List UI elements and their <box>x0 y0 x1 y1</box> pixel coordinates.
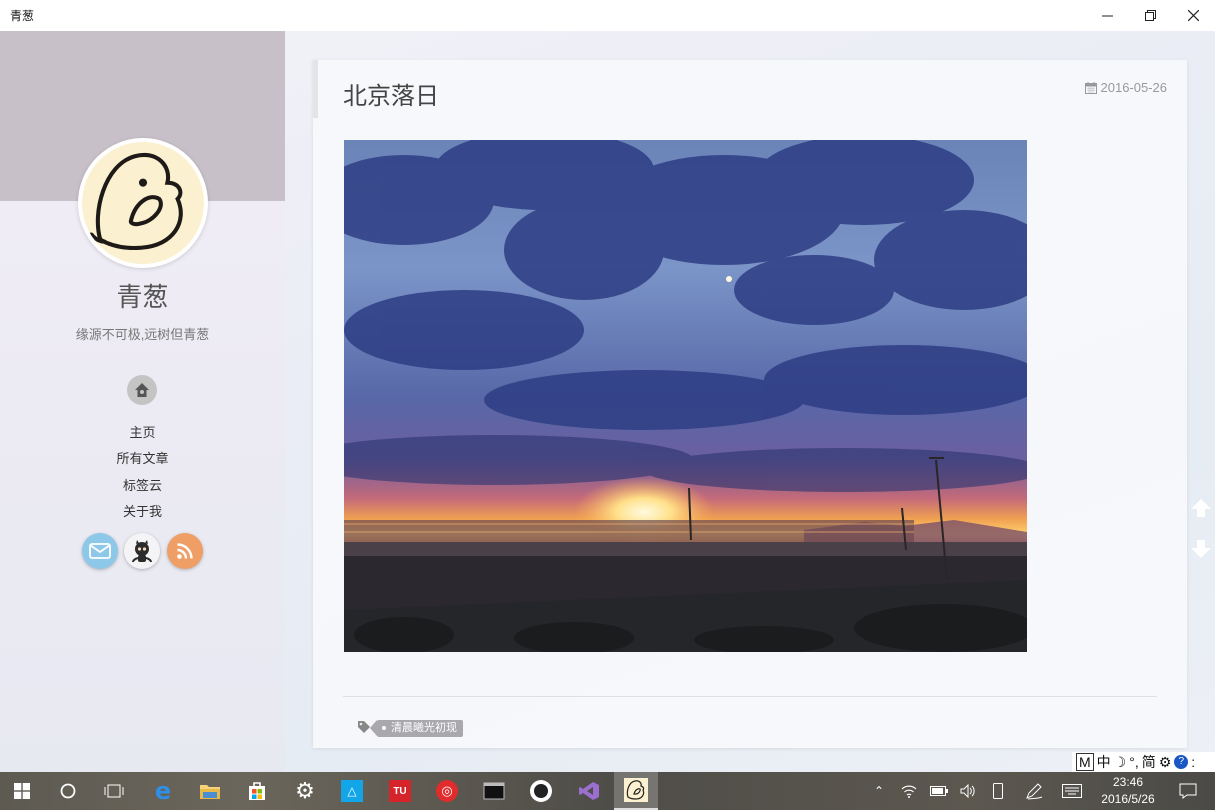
post-card: 北京落日 2016-05-26 清晨曦光初现 <box>313 60 1187 748</box>
arrow-up-icon <box>1191 499 1211 517</box>
house-icon <box>135 383 149 397</box>
keyboard-icon <box>1062 784 1082 798</box>
edge-button[interactable]: e <box>141 772 185 810</box>
github-desktop-button[interactable] <box>519 772 563 810</box>
sunset-photo <box>344 140 1027 652</box>
nav-item-home[interactable]: 主页 <box>0 422 285 441</box>
battery-tray-button[interactable] <box>930 782 948 800</box>
terminal-button[interactable] <box>472 772 516 810</box>
qingcong-app-button[interactable] <box>614 772 658 810</box>
ime-punctuation-toggle[interactable]: °, <box>1129 753 1139 771</box>
clock-time: 23:46 <box>1112 775 1144 789</box>
action-center-button[interactable] <box>1178 782 1198 800</box>
post-divider <box>343 696 1157 697</box>
bird-app-icon <box>624 778 648 802</box>
settings-button[interactable]: ⚙ <box>283 772 327 810</box>
show-hidden-icons-button[interactable]: ⌃ <box>870 782 888 800</box>
scroll-down-button[interactable] <box>1187 535 1215 563</box>
ime-simplified-toggle[interactable]: 简 <box>1142 753 1156 771</box>
title-accent-bar <box>313 60 318 118</box>
ime-help-icon[interactable]: ? <box>1174 755 1189 769</box>
volume-tray-button[interactable] <box>959 782 977 800</box>
notification-icon <box>1179 783 1197 799</box>
netease-music-icon: ◎ <box>436 780 458 802</box>
rss-button[interactable] <box>167 533 203 569</box>
window-titlebar: 青葱 <box>0 0 1215 31</box>
touch-keyboard-button[interactable] <box>1061 782 1083 800</box>
red-app-icon: TU <box>389 780 411 802</box>
post-title[interactable]: 北京落日 <box>343 76 439 111</box>
clock-date: 2016/5/26 <box>1101 792 1155 806</box>
home-icon[interactable] <box>127 375 157 405</box>
music-app-button[interactable]: ◎ <box>425 772 469 810</box>
ime-mode-indicator[interactable]: M <box>1076 753 1094 771</box>
wifi-tray-button[interactable] <box>900 782 918 800</box>
post-tag[interactable]: 清晨曦光初现 <box>370 720 463 737</box>
close-icon <box>1188 10 1199 21</box>
device-tray-button[interactable] <box>989 782 1007 800</box>
sidebar: 青葱 缘源不可极,远树但青葱 主页 所有文章 标签云 关于我 <box>0 31 285 772</box>
minimize-icon <box>1102 15 1113 17</box>
terminal-icon <box>483 782 505 800</box>
site-name: 青葱 <box>116 283 169 313</box>
file-explorer-button[interactable] <box>188 772 232 810</box>
ime-more-icon[interactable]: : <box>1191 753 1195 771</box>
taskbar: e ⚙ △ TU ◎ ⌃ 23:46 2016/5/26 <box>0 772 1215 810</box>
github-button[interactable] <box>124 533 160 569</box>
store-icon <box>249 782 265 800</box>
windows-logo-icon <box>14 783 30 799</box>
phone-icon <box>993 783 1003 799</box>
nav-item-about[interactable]: 关于我 <box>0 501 285 520</box>
rss-icon <box>177 543 193 559</box>
github-desktop-icon <box>530 780 552 802</box>
mail-button[interactable] <box>82 533 118 569</box>
ime-toolbar: M 中 ☽ °, 简 ⚙ ? : <box>1072 752 1215 772</box>
task-view-icon <box>104 784 124 798</box>
scroll-up-button[interactable] <box>1187 494 1215 522</box>
calendar-icon <box>1084 81 1097 94</box>
pen-icon <box>1026 783 1043 800</box>
github-icon <box>132 540 152 563</box>
start-button[interactable] <box>0 772 44 810</box>
ime-language-toggle[interactable]: 中 <box>1097 753 1111 771</box>
close-button[interactable] <box>1172 0 1215 31</box>
speaker-icon <box>960 784 975 798</box>
site-motto: 缘源不可极,远树但青葱 <box>75 327 210 342</box>
arrow-down-icon <box>1191 540 1211 558</box>
gear-icon: ⚙ <box>295 778 315 803</box>
folder-icon <box>200 785 220 799</box>
window-title: 青葱 <box>10 9 35 23</box>
nav-item-all-posts[interactable]: 所有文章 <box>0 448 285 467</box>
restore-button[interactable] <box>1129 0 1172 31</box>
nav-item-tag-cloud[interactable]: 标签云 <box>0 475 285 494</box>
app-red-button[interactable]: TU <box>378 772 422 810</box>
edge-icon: e <box>154 777 172 805</box>
search-button[interactable] <box>46 772 90 810</box>
penguin-app-icon: △ <box>341 780 363 802</box>
bird-avatar-icon <box>82 142 204 264</box>
visual-studio-button[interactable] <box>567 772 611 810</box>
tag-icon <box>358 721 370 733</box>
ime-width-toggle[interactable]: ☽ <box>1114 753 1127 771</box>
cortana-icon <box>60 783 76 799</box>
post-date: 2016-05-26 <box>1084 80 1168 95</box>
minimize-button[interactable] <box>1086 0 1129 31</box>
pen-tray-button[interactable] <box>1025 782 1043 800</box>
battery-icon <box>930 786 948 796</box>
avatar[interactable] <box>78 138 208 268</box>
restore-icon <box>1145 10 1156 21</box>
app-qq-button[interactable]: △ <box>330 772 374 810</box>
wifi-icon <box>901 785 917 798</box>
chevron-up-icon: ⌃ <box>873 784 885 798</box>
store-button[interactable] <box>235 772 279 810</box>
visual-studio-icon <box>579 782 599 800</box>
mail-icon <box>89 543 111 559</box>
taskbar-clock[interactable]: 23:46 2016/5/26 <box>1092 774 1164 808</box>
post-image <box>344 140 1027 652</box>
task-view-button[interactable] <box>92 772 136 810</box>
post-date-text: 2016-05-26 <box>1100 80 1168 95</box>
ime-settings-icon[interactable]: ⚙ <box>1159 753 1172 771</box>
